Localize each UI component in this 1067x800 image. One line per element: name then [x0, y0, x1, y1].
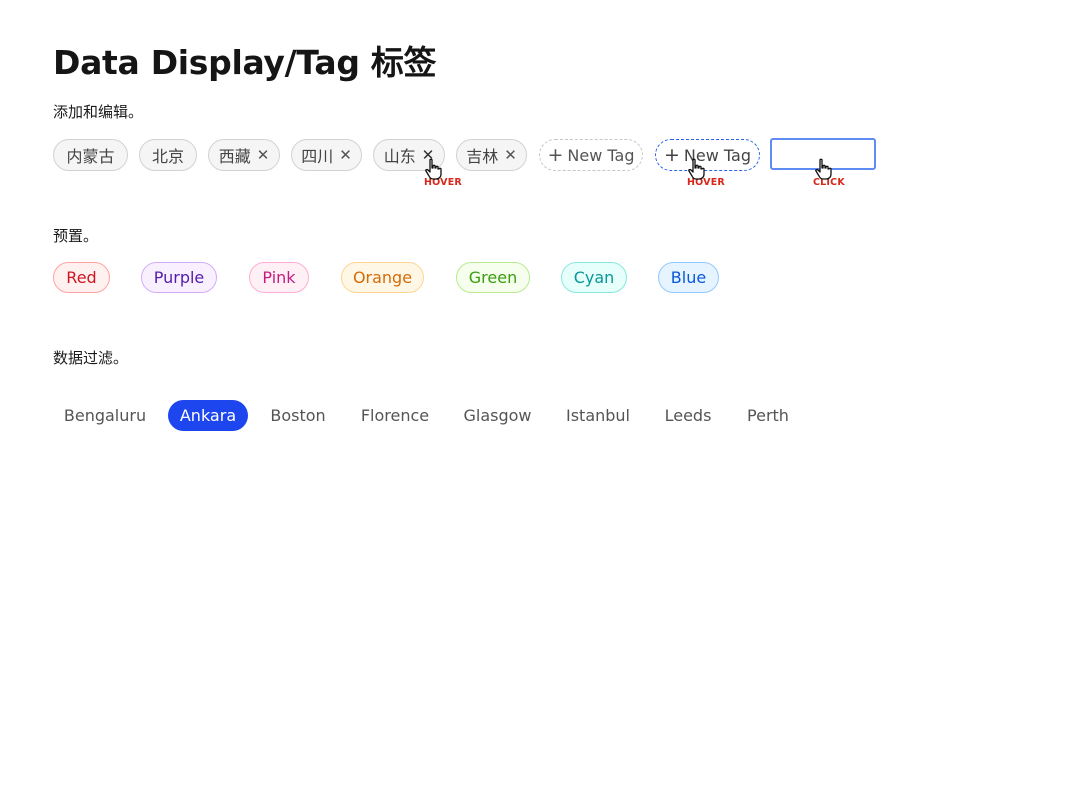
- filter-option-perth[interactable]: Perth: [735, 400, 801, 431]
- tag-label: 北京: [151, 147, 184, 166]
- tag-label: 内蒙古: [66, 147, 115, 166]
- filter-option-label: Leeds: [664, 406, 712, 425]
- filter-option-label: Istanbul: [565, 406, 630, 425]
- close-icon[interactable]: ✕: [257, 147, 270, 163]
- filter-option-label: Perth: [747, 406, 789, 425]
- filter-option-ankara[interactable]: Ankara: [168, 400, 248, 431]
- tag-label: 山东: [383, 147, 416, 166]
- close-icon[interactable]: ✕: [339, 147, 352, 163]
- filter-option-glasgow[interactable]: Glasgow: [452, 400, 543, 431]
- preset-tag-purple: Purple: [141, 262, 217, 293]
- tag-beijing: 北京: [139, 139, 197, 171]
- tag-sichuan: 四川 ✕: [291, 139, 362, 171]
- preset-tag-label: Pink: [262, 268, 296, 287]
- preset-tag-red: Red: [53, 262, 110, 293]
- tag-label: 四川: [301, 147, 334, 166]
- preset-tag-label: Purple: [153, 268, 205, 287]
- new-tag-button-hover[interactable]: + New Tag: [655, 139, 760, 171]
- preset-tag-label: Blue: [670, 268, 707, 287]
- preset-tag-label: Red: [66, 268, 97, 287]
- preset-tag-green: Green: [456, 262, 530, 293]
- hand-pointer-icon: [425, 158, 442, 180]
- filter-option-istanbul[interactable]: Istanbul: [555, 400, 641, 431]
- preset-tag-label: Cyan: [573, 268, 615, 287]
- section-label-preset: 预置。: [53, 227, 99, 245]
- new-tag-button[interactable]: + New Tag: [539, 139, 643, 171]
- filter-option-label: Boston: [270, 406, 326, 425]
- filter-option-label: Glasgow: [463, 406, 532, 425]
- preset-tag-label: Green: [468, 268, 518, 287]
- preset-tag-cyan: Cyan: [561, 262, 627, 293]
- filter-option-leeds[interactable]: Leeds: [652, 400, 724, 431]
- plus-icon: +: [547, 143, 564, 166]
- tag-label: 吉林: [466, 147, 499, 166]
- filter-option-bengaluru[interactable]: Bengaluru: [53, 400, 157, 431]
- tag-jilin: 吉林 ✕: [456, 139, 527, 171]
- preset-tag-blue: Blue: [658, 262, 719, 293]
- section-label-edit: 添加和编辑。: [53, 103, 144, 121]
- tag-label: 西藏: [218, 147, 251, 166]
- filter-option-label: Bengaluru: [63, 406, 147, 425]
- tag-neimenggu: 内蒙古: [53, 139, 128, 171]
- hand-pointer-icon: [688, 158, 705, 180]
- page-title: Data Display/Tag 标签: [53, 43, 437, 82]
- plus-icon: +: [664, 143, 680, 166]
- section-label-filter: 数据过滤。: [53, 349, 129, 367]
- new-tag-label: New Tag: [567, 145, 635, 165]
- filter-option-boston[interactable]: Boston: [259, 400, 337, 431]
- preset-tag-orange: Orange: [341, 262, 424, 293]
- preset-tag-label: Orange: [352, 268, 413, 287]
- filter-option-label: Florence: [360, 406, 430, 425]
- preset-tag-pink: Pink: [249, 262, 309, 293]
- tag-xizang: 西藏 ✕: [208, 139, 280, 171]
- filter-option-florence[interactable]: Florence: [349, 400, 441, 431]
- filter-option-label: Ankara: [179, 406, 237, 425]
- hand-pointer-icon: [815, 158, 832, 180]
- close-icon[interactable]: ✕: [504, 147, 517, 163]
